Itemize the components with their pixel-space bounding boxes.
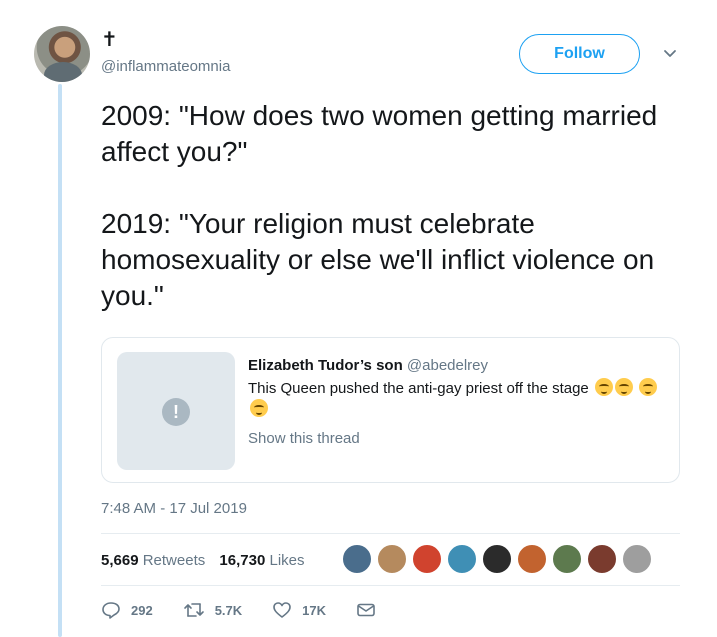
retweet-icon [183,603,204,617]
relieved-face-emoji-icon [639,378,658,396]
liker-avatar[interactable] [552,544,582,574]
chevron-down-icon[interactable] [660,44,680,64]
alert-icon: ! [162,398,190,426]
quoted-author-handle: @abedelrey [406,357,489,374]
retweet-action[interactable]: 5.7K [183,600,242,620]
user-handle[interactable]: @inflammateomnia [101,58,230,76]
quoted-tweet-author: Elizabeth Tudor’s son @abedelrey [248,356,488,376]
follow-button[interactable]: Follow [519,34,640,74]
tweet-actions: 292 5.7K 17K [101,600,416,620]
quoted-tweet-body: This Queen pushed the anti-gay priest of… [248,378,668,420]
liker-avatar[interactable] [622,544,652,574]
liker-avatar[interactable] [587,544,617,574]
thread-line [58,84,62,637]
liker-avatar[interactable] [412,544,442,574]
likes-label[interactable]: Likes [269,552,304,569]
retweet-count: 5.7K [214,602,243,618]
quoted-tweet-thumbnail[interactable]: ! [117,352,235,470]
retweets-label[interactable]: Retweets [143,552,206,569]
divider [101,585,680,586]
quoted-tweet-text: This Queen pushed the anti-gay priest of… [248,380,589,397]
quoted-tweet-card[interactable]: ! Elizabeth Tudor’s son @abedelrey This … [101,337,680,483]
display-name[interactable]: ✝ [101,28,118,52]
show-thread-link[interactable]: Show this thread [248,430,360,447]
liker-avatar[interactable] [447,544,477,574]
direct-message-action[interactable] [356,600,386,620]
reply-action[interactable]: 292 [101,600,153,620]
relieved-face-emoji-icon [614,378,633,396]
like-action[interactable]: 17K [272,600,326,620]
tweet-timestamp[interactable]: 7:48 AM - 17 Jul 2019 [101,500,247,517]
liker-avatar[interactable] [342,544,372,574]
divider [101,533,680,534]
tweet-text: 2009: "How does two women getting marrie… [101,100,658,311]
tweet-stats: 5,669 Retweets 16,730 Likes [101,552,315,569]
liker-avatar[interactable] [482,544,512,574]
liker-avatar[interactable] [517,544,547,574]
reply-icon [102,602,120,619]
heart-icon [273,602,291,618]
quoted-author-name: Elizabeth Tudor’s son [248,357,403,374]
reply-count: 292 [131,602,153,618]
like-count: 17K [302,602,327,618]
liker-avatars [342,544,657,574]
relieved-face-emoji-icon [594,378,613,396]
likes-count[interactable]: 16,730 [219,552,265,569]
envelope-icon [357,603,375,617]
relieved-face-emoji-icon [250,399,268,417]
avatar[interactable] [34,26,90,82]
liker-avatar[interactable] [377,544,407,574]
retweets-count[interactable]: 5,669 [101,552,139,569]
